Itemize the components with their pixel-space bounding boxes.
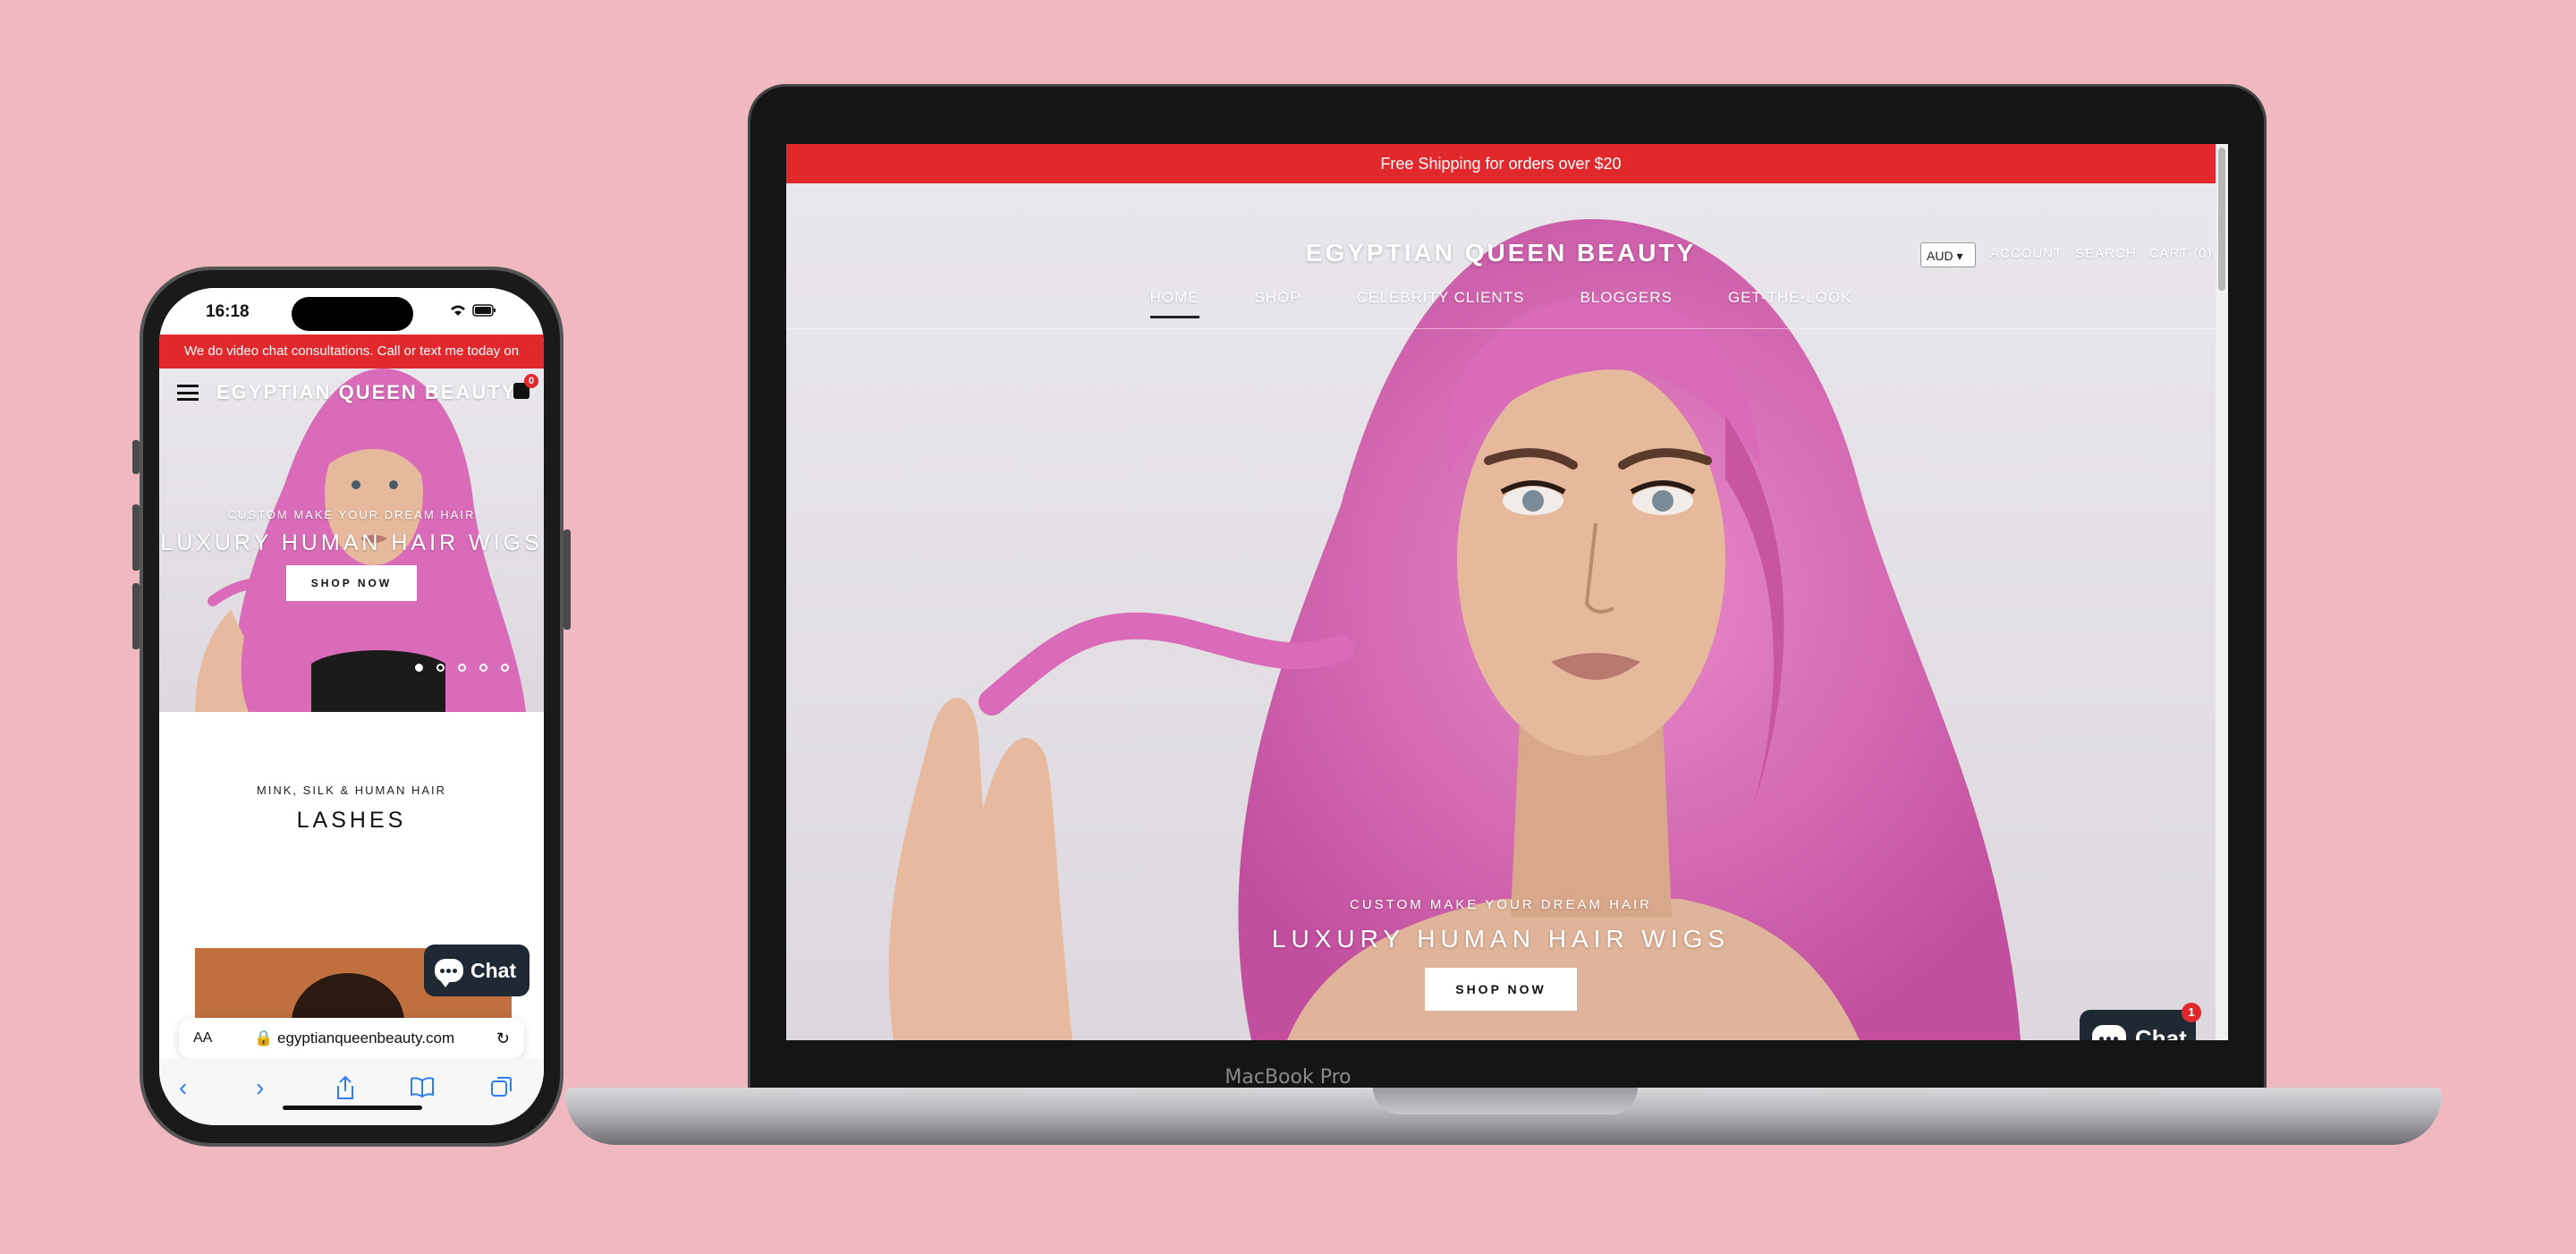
nav-item-bloggers[interactable]: BLOGGERS (1580, 289, 1672, 318)
phone-frame: 16:18 We do video chat consultations. Ca… (132, 267, 571, 1147)
slide-dot-4[interactable] (479, 664, 487, 672)
mobile-hero-title: LUXURY HUMAN HAIR WIGS (160, 530, 543, 555)
section-subtitle: MINK, SILK & HUMAN HAIR (256, 784, 447, 797)
back-icon[interactable]: ‹ (179, 1075, 187, 1100)
laptop-notch (1373, 1088, 1638, 1114)
browser-toolbar: ‹ › (159, 1059, 544, 1125)
mobile-header: EGYPTIAN QUEEN BEAUTY 0 (159, 369, 544, 415)
mobile-hero-banner[interactable]: EGYPTIAN QUEEN BEAUTY 0 CUSTOM MAKE YOUR… (159, 369, 544, 712)
phone-power-button (564, 530, 571, 630)
mobile-shop-now-button[interactable]: SHOP NOW (285, 565, 418, 601)
search-link[interactable]: SEARCH (2075, 246, 2137, 261)
mobile-announcement-bar: We do video chat consultations. Call or … (159, 335, 544, 369)
chat-bubble-icon (2092, 1025, 2126, 1040)
mobile-site-logo[interactable]: EGYPTIAN QUEEN BEAUTY (216, 381, 516, 404)
slide-dot-3[interactable] (458, 664, 466, 672)
account-link[interactable]: ACCOUNT (1990, 246, 2063, 261)
mobile-hero-subtitle: CUSTOM MAKE YOUR DREAM HAIR (227, 508, 476, 521)
laptop-frame: EGYPTIAN QUEEN BEAUTY AUD ▾ ACCOUNT SEAR… (748, 84, 2267, 1097)
browser-address-bar[interactable]: AA 🔒 egyptianqueenbeauty.com ↻ (179, 1018, 524, 1059)
main-nav: HOME SHOP CELEBRITY CLIENTS BLOGGERS GET… (786, 289, 2216, 318)
cart-icon[interactable]: 0 (513, 374, 538, 399)
lock-icon: 🔒 (254, 1029, 274, 1046)
phone-volume-down (132, 583, 140, 649)
currency-value: AUD (1927, 249, 1953, 263)
url-field[interactable]: 🔒 egyptianqueenbeauty.com (254, 1029, 454, 1047)
url-text: egyptianqueenbeauty.com (276, 1029, 455, 1046)
chat-button[interactable]: Chat 1 (2080, 1003, 2201, 1041)
nav-item-home[interactable]: HOME (1149, 289, 1199, 318)
forward-icon[interactable]: › (256, 1075, 264, 1100)
mobile-hero-caption: CUSTOM MAKE YOUR DREAM HAIR LUXURY HUMAN… (159, 508, 544, 601)
home-indicator (283, 1106, 422, 1110)
chat-badge: 1 (2182, 1003, 2201, 1022)
nav-item-get-the-look[interactable]: GET-THE-LOOK (1728, 289, 1852, 318)
mobile-chat-button[interactable]: Chat (424, 945, 530, 996)
dynamic-island (292, 297, 413, 331)
hero-banner[interactable]: EGYPTIAN QUEEN BEAUTY AUD ▾ ACCOUNT SEAR… (786, 183, 2216, 1040)
wifi-icon (451, 305, 465, 316)
chat-label: Chat (2135, 1024, 2187, 1041)
laptop-screen: EGYPTIAN QUEEN BEAUTY AUD ▾ ACCOUNT SEAR… (786, 144, 2228, 1040)
header-tools: ACCOUNT SEARCH CART (0) (1990, 246, 2212, 261)
mobile-chat-label: Chat (470, 958, 517, 982)
phone-volume-up (132, 504, 140, 571)
cart-count-badge: 0 (524, 374, 538, 388)
cart-link[interactable]: CART (0) (2149, 246, 2213, 261)
reload-icon[interactable]: ↻ (496, 1029, 510, 1048)
nav-item-shop[interactable]: SHOP (1255, 289, 1301, 318)
slide-dot-5[interactable] (501, 664, 509, 672)
menu-icon[interactable] (177, 385, 199, 401)
hero-title: LUXURY HUMAN HAIR WIGS (1271, 925, 1731, 953)
status-bar: 16:18 (159, 288, 544, 335)
shop-now-button[interactable]: SHOP NOW (1425, 968, 1577, 1011)
slideshow-dots (415, 664, 509, 672)
hero-subtitle: CUSTOM MAKE YOUR DREAM HAIR (1350, 897, 1652, 912)
battery-icon (472, 304, 496, 317)
scrollbar-thumb[interactable] (2218, 148, 2225, 291)
mobile-chat-bubble-icon (435, 959, 463, 987)
lashes-section: MINK, SILK & HUMAN HAIR LASHES (159, 784, 544, 834)
announcement-bar: Free Shipping for orders over $20 (786, 144, 2216, 183)
slide-dot-2[interactable] (436, 664, 445, 672)
currency-select[interactable]: AUD ▾ (1920, 242, 1976, 267)
status-time: 16:18 (206, 302, 250, 321)
nav-divider (786, 328, 2216, 329)
slide-dot-1[interactable] (415, 664, 423, 672)
share-icon[interactable] (335, 1075, 356, 1100)
phone-screen: 16:18 We do video chat consultations. Ca… (159, 288, 544, 1125)
section-title: LASHES (296, 808, 407, 833)
bookmarks-icon[interactable] (410, 1075, 435, 1098)
phone-mute-switch (132, 440, 140, 474)
status-icons (449, 304, 497, 317)
text-size-button[interactable]: AA (193, 1030, 212, 1046)
hero-caption: CUSTOM MAKE YOUR DREAM HAIR LUXURY HUMAN… (786, 897, 2216, 1011)
tabs-icon[interactable] (490, 1075, 513, 1098)
nav-item-celebrity-clients[interactable]: CELEBRITY CLIENTS (1357, 289, 1525, 318)
scrollbar[interactable] (2216, 144, 2228, 1040)
